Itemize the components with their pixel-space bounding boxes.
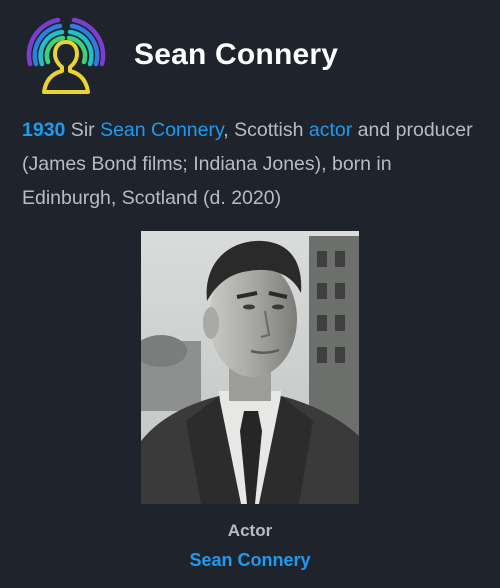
description-prefix: Sir bbox=[65, 119, 101, 141]
caption-name-link[interactable]: Sean Connery bbox=[0, 550, 500, 571]
portrait-image bbox=[141, 231, 359, 504]
caption-label: Actor bbox=[227, 521, 273, 540]
page-title: Sean Connery bbox=[134, 38, 339, 71]
role-link[interactable]: actor bbox=[309, 119, 352, 141]
header: Sean Connery bbox=[22, 12, 482, 104]
event-description: 1930 Sir Sean Connery, Scottish actor an… bbox=[22, 113, 478, 215]
description-middle: , Scottish bbox=[223, 119, 309, 141]
portrait-photo[interactable] bbox=[141, 231, 359, 504]
person-link[interactable]: Sean Connery bbox=[100, 119, 223, 141]
year-label: 1930 bbox=[22, 119, 66, 141]
person-radio-waves-icon bbox=[26, 17, 106, 94]
